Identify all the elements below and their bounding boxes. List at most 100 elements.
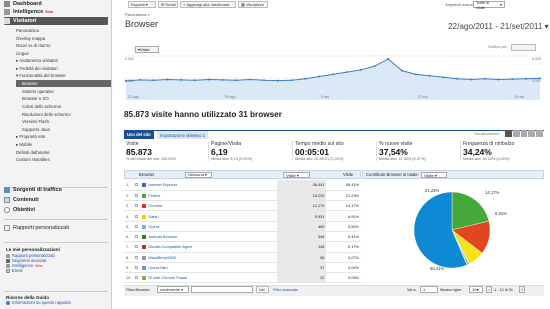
tab-goal-set[interactable]: Impostazione obiettivo 1 <box>157 131 209 139</box>
browser-link[interactable]: Opera <box>148 224 159 229</box>
nav-contenuti[interactable]: Contenuti <box>4 196 108 204</box>
nav-dashboard[interactable]: Dashboard <box>4 0 108 8</box>
data-point[interactable] <box>456 77 459 80</box>
export-button[interactable]: Esporta ▾ <box>128 1 156 8</box>
browser-link[interactable]: BlackBerry9300 <box>148 255 175 260</box>
data-point[interactable] <box>152 79 155 82</box>
row-checkbox[interactable] <box>135 255 139 259</box>
browser-link[interactable]: Android Browser <box>148 234 177 239</box>
table-row[interactable]: 2. Firefox 18.229 21,23% <box>124 190 361 202</box>
segments-select[interactable]: Tutte le visite ▾ <box>473 0 505 10</box>
browser-link[interactable]: Mozilla Compatible Agent <box>148 244 192 249</box>
breadcrumb[interactable]: Panoramica » <box>125 12 150 17</box>
sidebar-item[interactable]: Versioni Flash <box>16 118 111 125</box>
browser-link[interactable]: Safari <box>148 214 158 219</box>
data-point[interactable] <box>525 77 528 80</box>
table-row[interactable]: 3. Chrome 12.170 14,17% <box>124 200 361 212</box>
table-row[interactable]: 6. Android Browser 348 0,41% <box>124 231 361 243</box>
sidebar-item[interactable]: ▸ Mobile <box>16 141 111 148</box>
view-button[interactable]: ▦ Visualizza <box>238 1 268 8</box>
data-point[interactable] <box>373 65 376 68</box>
data-point[interactable] <box>207 78 210 81</box>
browser-link[interactable]: Firefox <box>148 193 160 198</box>
col-browser-label[interactable]: Browser <box>139 172 154 177</box>
filter-type-select[interactable]: contenente ▾ <box>157 286 189 293</box>
browser-link[interactable]: Opera Mini <box>148 265 167 270</box>
col-pct-label[interactable]: Visite <box>343 172 353 177</box>
sidebar-item-browser[interactable]: Browser <box>16 80 111 88</box>
data-point[interactable] <box>276 79 279 82</box>
row-checkbox[interactable] <box>135 183 139 187</box>
sidebar-item[interactable]: ▸ Andamento visitatori <box>16 57 111 64</box>
data-point[interactable] <box>138 78 141 81</box>
next-page-button[interactable]: › <box>519 286 525 293</box>
email-button[interactable]: ✉ Email <box>158 1 178 8</box>
data-point[interactable] <box>194 79 196 82</box>
prev-page-button[interactable]: ‹ <box>486 286 492 293</box>
goto-input[interactable]: 1 <box>420 286 438 293</box>
data-point[interactable] <box>470 78 472 81</box>
table-row[interactable]: 7. Mozilla Compatible Agent 148 0,17% <box>124 241 361 253</box>
sidebar-item[interactable]: Sistemi operativi <box>16 88 111 95</box>
row-checkbox[interactable] <box>135 204 139 208</box>
sidebar-item[interactable]: Colori dello schermo <box>16 103 111 110</box>
data-point[interactable] <box>414 73 417 76</box>
data-point[interactable] <box>345 71 348 74</box>
graph-by-buttons[interactable] <box>511 44 536 51</box>
row-checkbox[interactable] <box>135 276 139 280</box>
nav-intelligence[interactable]: Intelligence Beta <box>4 8 108 16</box>
contrib-select[interactable]: Visite ▾ <box>421 172 447 178</box>
col-visits-select[interactable]: Visite ▾ <box>283 172 310 178</box>
sidebar-item[interactable]: ▸ Proprietà rete <box>16 133 111 140</box>
date-range[interactable]: 22/ago/2011 - 21/set/2011 ▾ <box>448 21 549 31</box>
data-point[interactable] <box>249 78 252 81</box>
sidebar-item[interactable]: Panoramica <box>16 27 111 34</box>
row-checkbox[interactable] <box>135 224 139 228</box>
data-point[interactable] <box>387 57 390 60</box>
secondary-dim-select[interactable]: Nessuna ▾ <box>185 171 212 178</box>
data-point[interactable] <box>359 68 362 71</box>
sidebar-item[interactable]: Browser e SO <box>16 95 111 102</box>
sidebar-item[interactable]: Supporto Java <box>16 126 111 133</box>
sidebar-item[interactable]: Custom Variables <box>16 156 111 163</box>
pers-email[interactable]: Email <box>6 268 60 273</box>
table-row[interactable]: 8. BlackBerry9300 56 0,07% <box>124 252 361 263</box>
browser-link[interactable]: Chrome <box>148 203 162 208</box>
pie-view-icon[interactable] <box>512 130 520 137</box>
data-point[interactable] <box>511 78 514 81</box>
data-point[interactable] <box>497 78 500 81</box>
sidebar-item[interactable]: ▸ Fedeltà dei visitatori <box>16 65 111 72</box>
tab-site-usage[interactable]: Uso del sito <box>124 130 154 139</box>
nav-custom-reports[interactable]: Rapporti personalizzati <box>4 224 108 232</box>
table-row[interactable]: 9. Opera Mini 37 0,04% <box>124 262 361 274</box>
data-point[interactable] <box>166 78 169 81</box>
compare-view-icon[interactable] <box>528 130 536 137</box>
data-point[interactable] <box>318 75 321 78</box>
row-checkbox[interactable] <box>135 245 139 249</box>
bar-view-icon[interactable] <box>520 130 528 137</box>
browser-link[interactable]: IE with Chrome Frame <box>148 275 187 280</box>
rows-select[interactable]: 10 ▾ <box>469 286 483 293</box>
data-point[interactable] <box>401 69 403 72</box>
browser-link[interactable]: Internet Explorer <box>148 182 177 187</box>
data-point[interactable] <box>304 77 307 80</box>
data-point[interactable] <box>180 78 183 81</box>
data-point[interactable] <box>263 79 265 82</box>
sidebar-item[interactable]: Definiti dall'utente <box>16 149 111 156</box>
table-row[interactable]: 10. IE with Chrome Frame 22 0,03% <box>124 272 361 284</box>
sidebar-item[interactable]: Overlay mappa <box>16 35 111 42</box>
nav-obiettivi[interactable]: Obiettivi <box>4 206 108 214</box>
table-row[interactable]: 1. Internet Explorer 48.441 56,41% <box>124 180 361 191</box>
pivot-view-icon[interactable] <box>536 130 543 137</box>
add-dashboard-button[interactable]: + Aggiungi alla dashboard <box>180 1 236 8</box>
data-point[interactable] <box>221 78 224 81</box>
sidebar-item[interactable]: Risoluzioni dello schermo <box>16 111 111 118</box>
resource-item[interactable]: Informazioni su questo rapporto <box>6 300 71 305</box>
data-point[interactable] <box>235 79 238 82</box>
data-point[interactable] <box>428 74 431 77</box>
table-row[interactable]: 4. Safari 5.931 6,91% <box>124 210 361 222</box>
view-switcher[interactable] <box>505 130 543 137</box>
row-checkbox[interactable] <box>135 266 139 270</box>
advanced-filter-link[interactable]: Filtro avanzato <box>273 288 298 292</box>
filter-input[interactable] <box>191 286 253 293</box>
